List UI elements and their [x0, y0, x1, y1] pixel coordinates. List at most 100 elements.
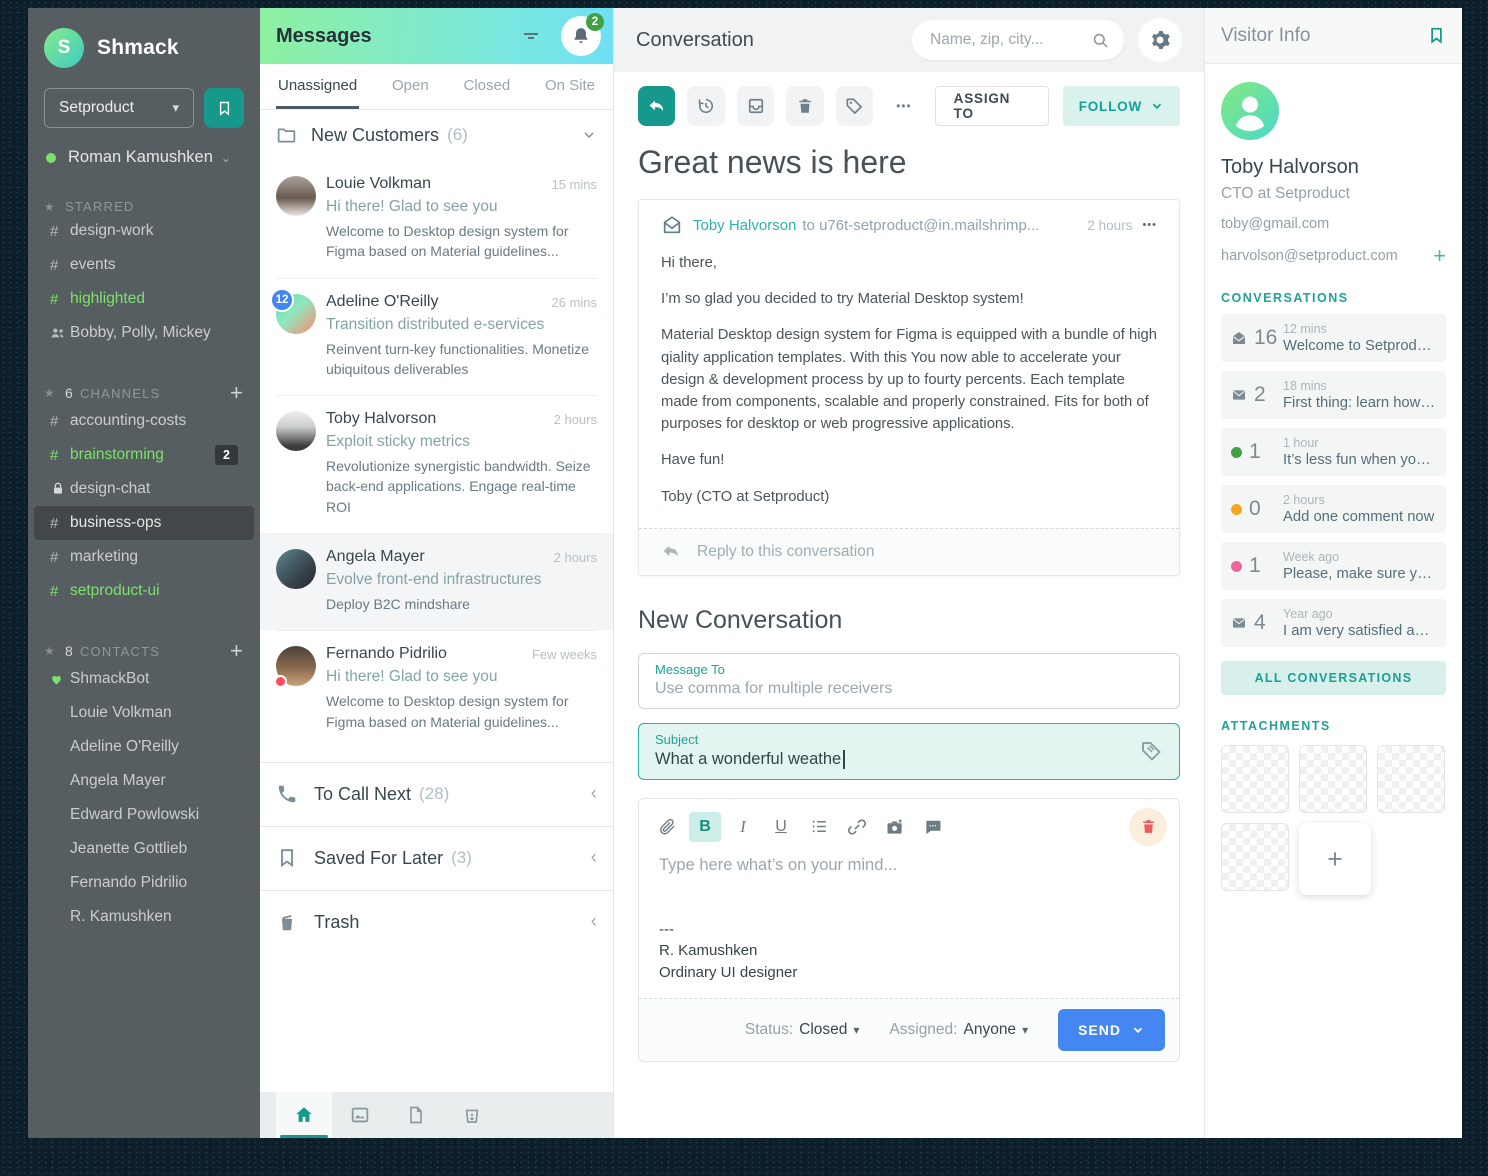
contact-louie[interactable]: Louie Volkman: [44, 696, 244, 730]
bold-button[interactable]: B: [689, 812, 721, 842]
sidebar-item-accounting-costs[interactable]: # accounting-costs: [44, 404, 244, 438]
filter-icon[interactable]: [519, 24, 545, 48]
contact-edward[interactable]: Edward Powlowski: [44, 798, 244, 832]
caret-down-icon: ▾: [1022, 1023, 1028, 1037]
customer-item-toby[interactable]: Toby Halvorson 2 hours Exploit sticky me…: [260, 395, 613, 533]
search-input[interactable]: [930, 31, 1091, 49]
sidebar-item-marketing[interactable]: # marketing: [44, 540, 244, 574]
customer-subject: Transition distributed e-services: [326, 316, 597, 334]
history-button[interactable]: [687, 86, 724, 126]
visitor-conversation-item[interactable]: 4 Year ago I am very satisfied and...: [1221, 599, 1446, 647]
nav-files-button[interactable]: [388, 1092, 444, 1138]
starred-section: ★ STARRED # design-work # events # highl…: [44, 199, 244, 350]
assigned-dropdown[interactable]: Assigned: Anyone ▾: [889, 1021, 1028, 1039]
tag-icon[interactable]: [1139, 739, 1163, 763]
nav-home-button[interactable]: [276, 1092, 332, 1138]
tab-open[interactable]: Open: [390, 64, 431, 109]
customer-item-fernando[interactable]: Fernando Pidrilio Few weeks Hi there! Gl…: [260, 630, 613, 748]
visitor-conversation-item[interactable]: 1 1 hour It’s less fun when you’re: [1221, 428, 1446, 476]
sidebar-item-brainstorming[interactable]: # brainstorming 2: [44, 438, 244, 472]
visitor-conversation-item[interactable]: 16 12 mins Welcome to Setproduct!: [1221, 314, 1446, 362]
settings-button[interactable]: [1138, 18, 1182, 62]
visitor-panel-title: Visitor Info: [1221, 25, 1427, 47]
email-sender-link[interactable]: Toby Halvorson: [693, 217, 796, 234]
current-user-row[interactable]: Roman Kamushken ⌄: [44, 148, 244, 167]
list-button[interactable]: [803, 812, 835, 842]
sidebar-item-business-ops[interactable]: # business-ops: [34, 506, 254, 540]
email-header: Toby Halvorson to u76t-setproduct@in.mai…: [639, 200, 1179, 236]
add-channel-button[interactable]: +: [230, 382, 244, 404]
contact-r-kamushken[interactable]: R. Kamushken: [44, 900, 244, 934]
sidebar-item-events[interactable]: # events: [44, 248, 244, 282]
customer-item-louie[interactable]: Louie Volkman 15 mins Hi there! Glad to …: [260, 160, 613, 278]
visitor-conversation-item[interactable]: 1 Week ago Please, make sure you...: [1221, 542, 1446, 590]
folder-to-call-next[interactable]: To Call Next (28) ‹: [260, 762, 613, 826]
visitor-conversation-item[interactable]: 2 18 mins First thing: learn how t...: [1221, 371, 1446, 419]
bookmark-visitor-button[interactable]: [1427, 26, 1446, 45]
more-button[interactable]: •••: [885, 86, 922, 126]
home-icon: [293, 1104, 315, 1126]
discard-draft-button[interactable]: [1129, 808, 1167, 846]
messages-panel: Messages 2 Unassigned Open Closed On Sit…: [260, 8, 614, 1138]
window-frame: S Shmack Setproduct ▾ Roman Kamushken ⌄ …: [0, 0, 1488, 1176]
search-icon[interactable]: [1091, 31, 1110, 50]
sidebar-item-group-dm[interactable]: Bobby, Polly, Mickey: [44, 316, 244, 350]
sidebar-item-design-chat[interactable]: design-chat: [44, 472, 244, 506]
archive-icon: [746, 96, 766, 116]
reply-button[interactable]: [638, 86, 675, 126]
folder-trash[interactable]: Trash ‹: [260, 890, 613, 954]
contact-jeanette[interactable]: Jeanette Gottlieb: [44, 832, 244, 866]
add-attachment-button[interactable]: +: [1299, 823, 1371, 895]
subject-field[interactable]: Subject What a wonderful weathe: [638, 723, 1180, 780]
sidebar-item-design-work[interactable]: # design-work: [44, 214, 244, 248]
bookmark-button[interactable]: [204, 88, 244, 128]
sidebar-item-setproduct-ui[interactable]: # setproduct-ui: [44, 574, 244, 608]
delete-button[interactable]: [786, 86, 823, 126]
follow-button[interactable]: FOLLOW: [1063, 86, 1180, 126]
folder-saved-for-later[interactable]: Saved For Later (3) ‹: [260, 826, 613, 890]
tab-unassigned[interactable]: Unassigned: [276, 64, 359, 109]
comment-button[interactable]: [917, 812, 949, 842]
add-email-button[interactable]: +: [1433, 245, 1446, 267]
archive-button[interactable]: [737, 86, 774, 126]
reply-to-conversation-field[interactable]: Reply to this conversation: [639, 528, 1179, 575]
attachment-placeholder[interactable]: [1377, 745, 1445, 813]
tag-button[interactable]: [836, 86, 873, 126]
sidebar-item-highlighted[interactable]: # highlighted: [44, 282, 244, 316]
group-new-customers[interactable]: New Customers (6): [260, 110, 613, 160]
customer-item-angela[interactable]: Angela Mayer 2 hours Evolve front-end in…: [260, 533, 613, 630]
conversation-body: ••• ASSIGN TO FOLLOW Great news is here …: [614, 72, 1204, 1138]
nav-trash-button[interactable]: [444, 1092, 500, 1138]
link-button[interactable]: [841, 812, 873, 842]
all-conversations-button[interactable]: ALL CONVERSATIONS: [1221, 661, 1446, 695]
send-button[interactable]: SEND: [1058, 1009, 1165, 1051]
status-dropdown[interactable]: Status: Closed ▾: [745, 1021, 860, 1039]
contact-adeline[interactable]: Adeline O'Reilly: [44, 730, 244, 764]
editor-textarea[interactable]: Type here what’s on your mind... --- R. …: [639, 850, 1179, 998]
tab-on-site[interactable]: On Site: [543, 64, 597, 109]
conversation-header: Conversation: [614, 8, 1204, 72]
workspace-select[interactable]: Setproduct ▾: [44, 88, 194, 128]
email-more-button[interactable]: •••: [1142, 219, 1157, 231]
contact-angela[interactable]: Angela Mayer: [44, 764, 244, 798]
message-to-field[interactable]: Message To Use comma for multiple receiv…: [638, 653, 1180, 709]
attachment-placeholder[interactable]: [1221, 745, 1289, 813]
notifications-button[interactable]: 2: [561, 16, 601, 56]
conversation-time: Week ago: [1283, 550, 1436, 564]
contact-fernando[interactable]: Fernando Pidrilio: [44, 866, 244, 900]
tab-closed[interactable]: Closed: [461, 64, 512, 109]
attachment-placeholder[interactable]: [1221, 823, 1289, 891]
assign-to-button[interactable]: ASSIGN TO: [935, 86, 1049, 126]
attach-button[interactable]: [651, 812, 683, 842]
underline-button[interactable]: U: [765, 812, 797, 842]
insert-image-button[interactable]: [879, 812, 911, 842]
visitor-conversation-item[interactable]: 0 2 hours Add one comment now: [1221, 485, 1446, 533]
follow-label: FOLLOW: [1079, 99, 1142, 114]
bookmark-icon: [1427, 26, 1446, 45]
contact-shmackbot[interactable]: ShmackBot: [44, 662, 244, 696]
customer-item-adeline[interactable]: 12 Adeline O'Reilly 26 mins Transition d…: [260, 278, 613, 396]
italic-button[interactable]: I: [727, 812, 759, 842]
attachment-placeholder[interactable]: [1299, 745, 1367, 813]
add-contact-button[interactable]: +: [230, 640, 244, 662]
nav-gallery-button[interactable]: [332, 1092, 388, 1138]
